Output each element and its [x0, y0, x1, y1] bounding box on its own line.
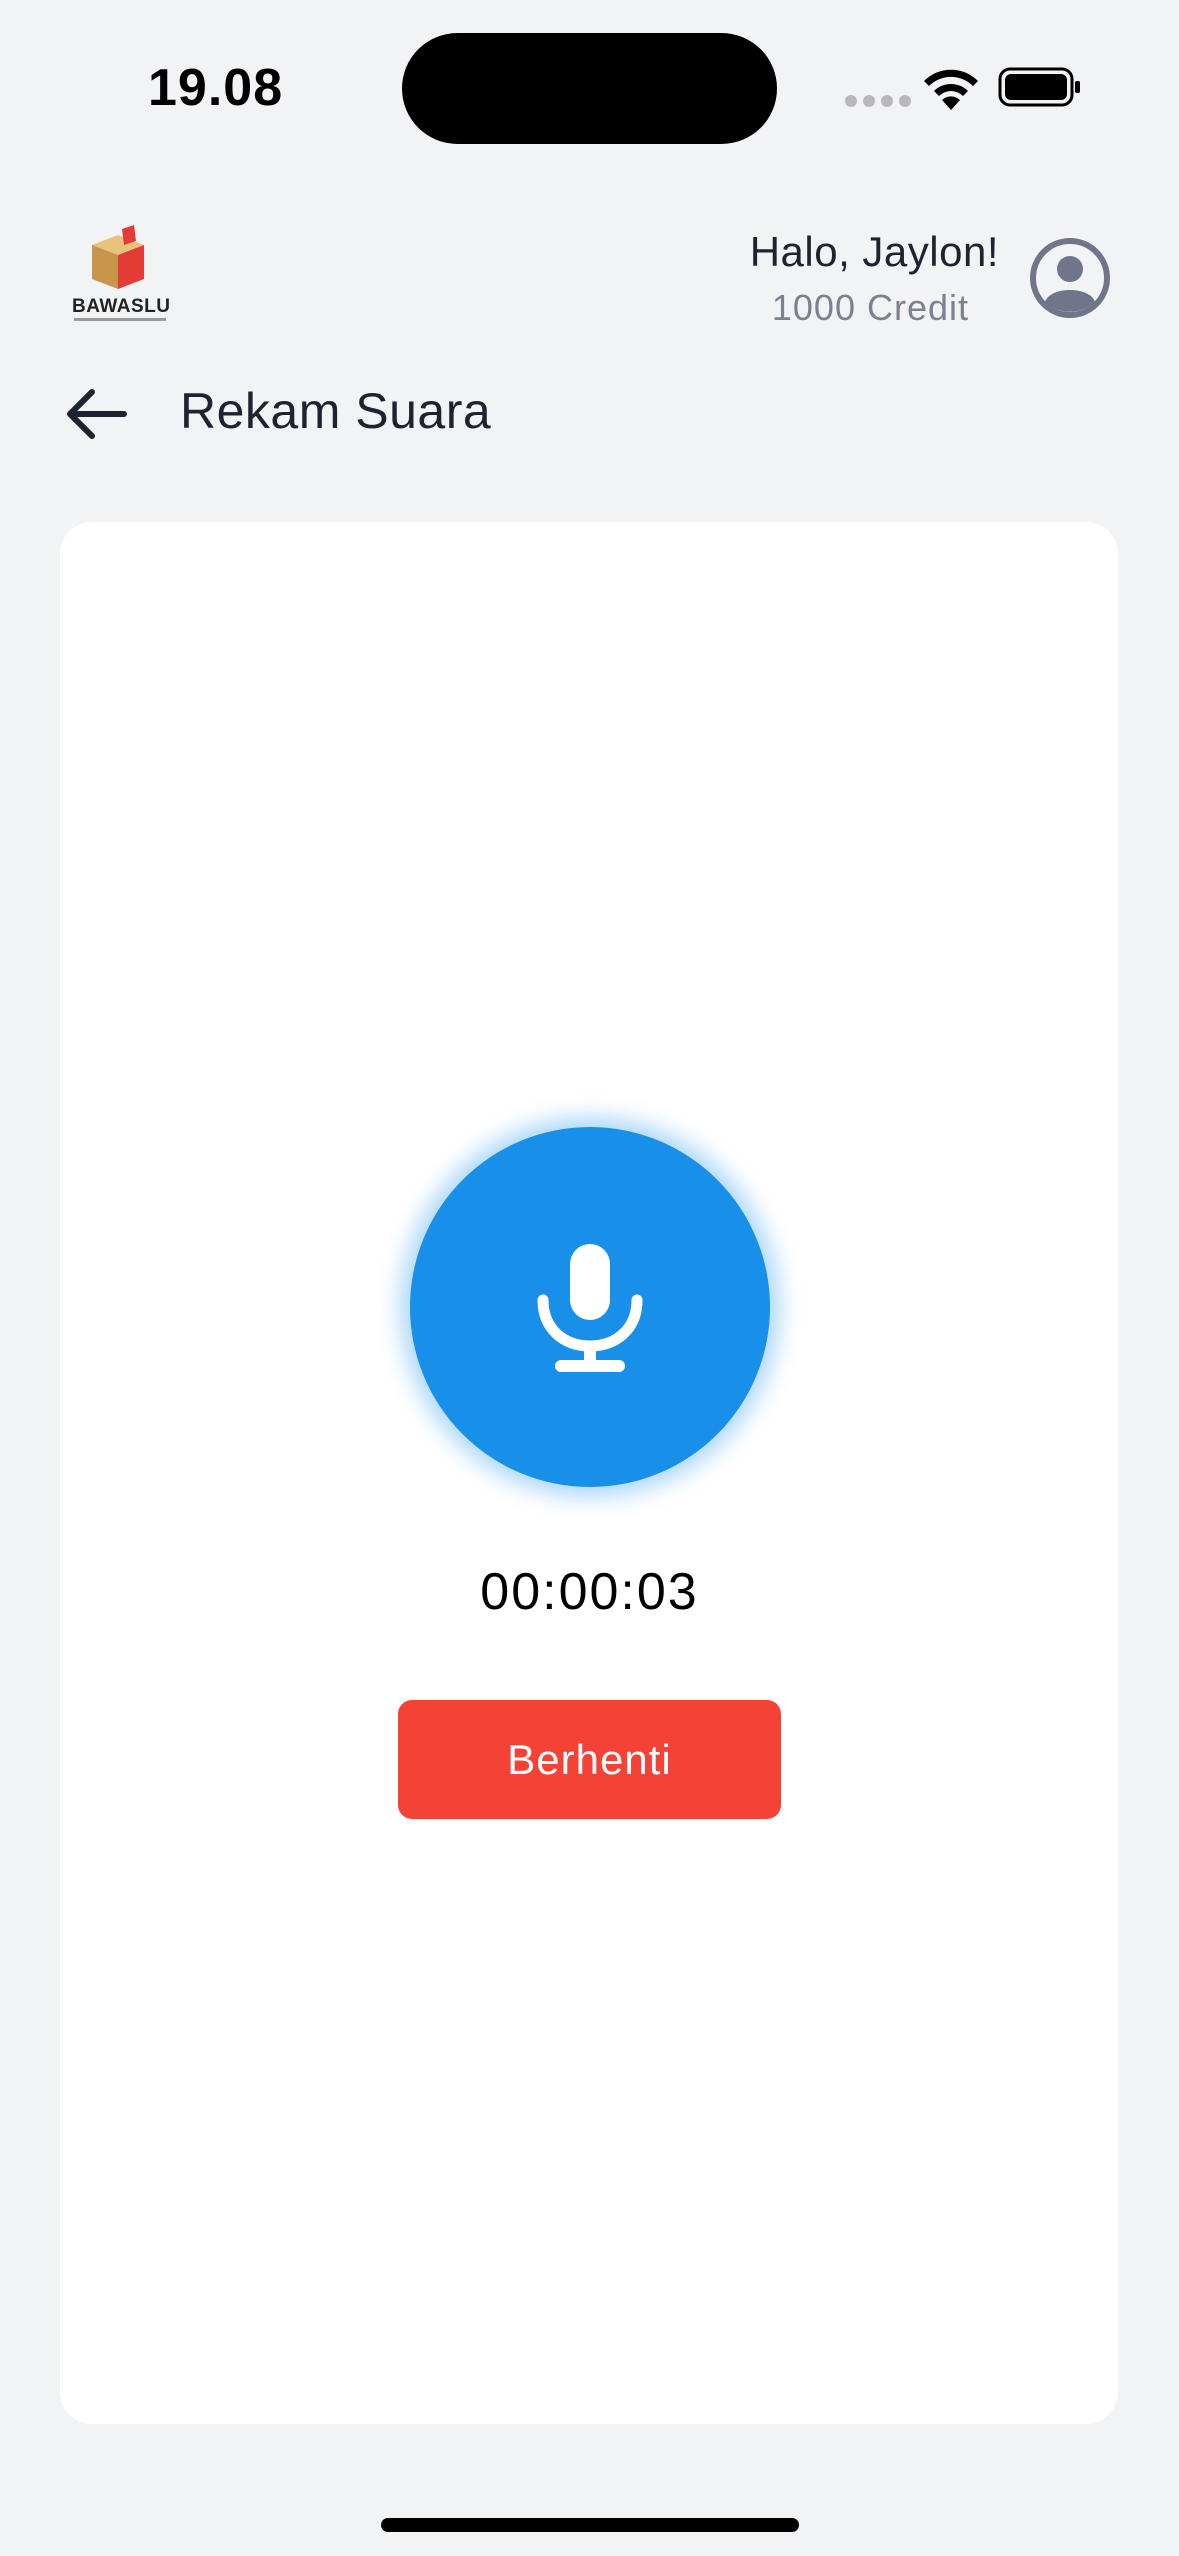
dynamic-island — [402, 33, 777, 144]
wifi-icon — [924, 69, 978, 110]
stop-button[interactable]: Berhenti — [398, 1700, 781, 1819]
status-time: 19.08 — [148, 59, 284, 117]
battery-icon — [998, 67, 1080, 107]
user-greeting: Halo, Jaylon! — [749, 228, 999, 275]
recording-timer: 00:00:03 — [480, 1563, 699, 1621]
home-indicator[interactable] — [381, 2518, 799, 2532]
user-circle-icon[interactable] — [1028, 236, 1112, 320]
arrow-left-icon[interactable] — [60, 382, 132, 446]
logo-text: BAWASLU — [72, 296, 171, 317]
screen: 19.08 BAWASLU Halo, Jaylon! 1000 Credit … — [0, 0, 1179, 2556]
record-button[interactable] — [410, 1127, 770, 1487]
credit-balance: 1000 Credit — [771, 287, 969, 328]
logo-subtitle-line — [74, 318, 166, 321]
page-title: Rekam Suara — [180, 383, 492, 439]
cellular-signal-icon — [845, 95, 911, 107]
microphone-icon — [537, 1244, 643, 1372]
